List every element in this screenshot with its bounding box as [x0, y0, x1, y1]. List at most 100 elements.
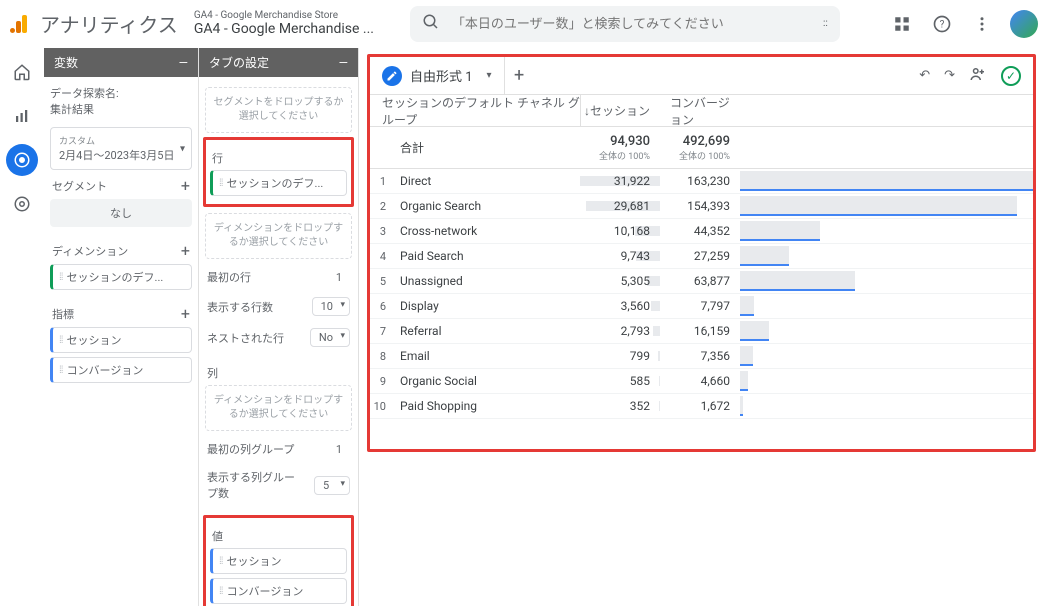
row-conversions: 7,356 [660, 349, 740, 363]
value-conversion-chip[interactable]: ⁞⁞コンバージョン [210, 578, 347, 604]
row-conv-bar [740, 244, 1033, 268]
collapse-icon[interactable]: — [339, 56, 348, 70]
drag-icon: ⁞⁞ [59, 272, 63, 283]
col-dimension-drop[interactable]: ディメンションをドロップするか選択してください [205, 385, 352, 431]
explore-name-label: データ探索名: [50, 85, 192, 101]
rail-ads-icon[interactable] [6, 188, 38, 220]
dimension-label: ディメンション [52, 243, 128, 259]
row-conv-bar [740, 294, 1033, 318]
value-session-chip[interactable]: ⁞⁞セッション [210, 548, 347, 574]
start-row-value[interactable]: 1 [336, 271, 350, 284]
more-icon[interactable] [970, 12, 994, 36]
row-dimension-drop[interactable]: ディメンションをドロップするか選択してください [205, 213, 352, 259]
apps-icon[interactable] [890, 12, 914, 36]
chevron-down-icon: ▾ [180, 143, 185, 154]
dimension-section: ディメンション + [52, 241, 190, 260]
tab-freeform[interactable]: 自由形式 1 ▾ [376, 62, 504, 90]
custom-label: カスタム [59, 134, 95, 147]
table-row[interactable]: 8 Email 799 7,356 [370, 344, 1033, 369]
tab-menu-icon[interactable]: ▾ [481, 70, 498, 81]
nested-select[interactable]: No [310, 328, 350, 347]
measure-icon[interactable]: :: [823, 19, 828, 29]
rail-explore-icon[interactable] [6, 144, 38, 176]
search-input[interactable] [452, 16, 811, 31]
start-col-setting: 最初の列グループ 1 [205, 435, 352, 463]
total-conversions: 492,699 全体の 100% [660, 134, 740, 162]
table-row[interactable]: 3 Cross-network 10,168 44,352 [370, 219, 1033, 244]
row-channel: Organic Social [392, 374, 580, 388]
rail-home-icon[interactable] [6, 56, 38, 88]
undo-icon[interactable]: ↶ [919, 68, 930, 83]
values-label: 値 [212, 528, 345, 544]
show-cols-select[interactable]: 5 [314, 476, 350, 495]
add-segment-icon[interactable]: + [181, 176, 190, 195]
table-header-row: セッションのデフォルト チャネル グループ ↓セッション コンバージョン [370, 95, 1033, 127]
start-row-label: 最初の行 [207, 269, 251, 285]
table-row[interactable]: 10 Paid Shopping 352 1,672 [370, 394, 1033, 419]
table-row[interactable]: 9 Organic Social 585 4,660 [370, 369, 1033, 394]
row-conv-bar [740, 269, 1033, 293]
row-dimension-chip[interactable]: ⁞⁞セッションのデフ... [210, 170, 347, 196]
row-conv-bar [740, 194, 1033, 218]
row-sessions: 2,793 [580, 324, 660, 338]
property-name: GA4 - Google Merchandise ... [194, 21, 394, 37]
row-sessions: 31,922 [580, 174, 660, 188]
row-conv-bar [740, 369, 1033, 393]
collapse-icon[interactable]: — [179, 56, 188, 70]
sessions-header[interactable]: ↓セッション [580, 95, 660, 126]
show-rows-setting: 表示する行数 10 [205, 291, 352, 322]
row-channel: Unassigned [392, 274, 580, 288]
redo-icon[interactable]: ↷ [944, 68, 955, 83]
drag-icon: ⁞⁞ [219, 556, 223, 567]
add-tab-button[interactable]: + [504, 57, 534, 94]
share-icon[interactable] [969, 65, 987, 87]
row-index: 7 [370, 325, 392, 338]
segment-none[interactable]: なし [50, 199, 192, 227]
property-selector[interactable]: GA4 - Google Merchandise Store GA4 - Goo… [194, 10, 394, 37]
canvas-area: 自由形式 1 ▾ + ↶ ↷ ✓ セッションのデフォルト チャネル グループ ↓… [359, 48, 1046, 606]
explore-name-value[interactable]: 集計結果 [50, 101, 192, 117]
segment-label: セグメント [52, 178, 107, 194]
dim-header[interactable]: セッションのデフォルト チャネル グループ [370, 94, 580, 128]
search-icon [422, 13, 440, 35]
app-header: アナリティクス GA4 - Google Merchandise Store G… [0, 0, 1046, 48]
property-path: GA4 - Google Merchandise Store [194, 10, 394, 21]
table-row[interactable]: 6 Display 3,560 7,797 [370, 294, 1033, 319]
pencil-icon [382, 66, 402, 86]
help-icon[interactable]: ? [930, 12, 954, 36]
add-dimension-icon[interactable]: + [181, 241, 190, 260]
row-sessions: 799 [580, 349, 660, 363]
avatar[interactable] [1010, 10, 1038, 38]
add-metric-icon[interactable]: + [181, 304, 190, 323]
show-cols-setting: 表示する列グループ数 5 [205, 463, 352, 507]
table-row[interactable]: 1 Direct 31,922 163,230 [370, 169, 1033, 194]
row-index: 6 [370, 300, 392, 313]
conversions-header[interactable]: コンバージョン [660, 94, 740, 128]
canvas-highlight-box: 自由形式 1 ▾ + ↶ ↷ ✓ セッションのデフォルト チャネル グループ ↓… [367, 54, 1036, 452]
row-sessions: 352 [580, 399, 660, 413]
metric-conversion-chip[interactable]: ⁞⁞コンバージョン [50, 357, 192, 383]
rail-reports-icon[interactable] [6, 100, 38, 132]
start-col-label: 最初の列グループ [207, 441, 294, 457]
table-row[interactable]: 2 Organic Search 29,681 154,393 [370, 194, 1033, 219]
search-box[interactable]: :: [410, 6, 840, 42]
tab-settings-panel: タブの設定 — セグメントをドロップするか選択してください 行 ⁞⁞セッションの… [199, 48, 359, 606]
ga-logo [8, 12, 32, 36]
settings-header: タブの設定 — [199, 48, 358, 77]
row-conv-bar [740, 319, 1033, 343]
segment-drop-zone[interactable]: セグメントをドロップするか選択してください [205, 87, 352, 133]
row-index: 8 [370, 350, 392, 363]
variables-header: 変数 — [44, 48, 198, 77]
table-row[interactable]: 4 Paid Search 9,743 27,259 [370, 244, 1033, 269]
dimension-chip[interactable]: ⁞⁞セッションのデフ... [50, 264, 192, 290]
table-row[interactable]: 5 Unassigned 5,305 63,877 [370, 269, 1033, 294]
table-row[interactable]: 7 Referral 2,793 16,159 [370, 319, 1033, 344]
app-name: アナリティクス [40, 9, 178, 38]
start-col-value[interactable]: 1 [336, 443, 350, 456]
metric-session-chip[interactable]: ⁞⁞セッション [50, 327, 192, 353]
status-ok-icon[interactable]: ✓ [1001, 66, 1021, 86]
show-rows-select[interactable]: 10 [312, 297, 350, 316]
settings-title: タブの設定 [209, 54, 269, 71]
date-range-selector[interactable]: カスタム 2月4日～2023年3月5日 ▾ [50, 127, 192, 170]
row-index: 4 [370, 250, 392, 263]
